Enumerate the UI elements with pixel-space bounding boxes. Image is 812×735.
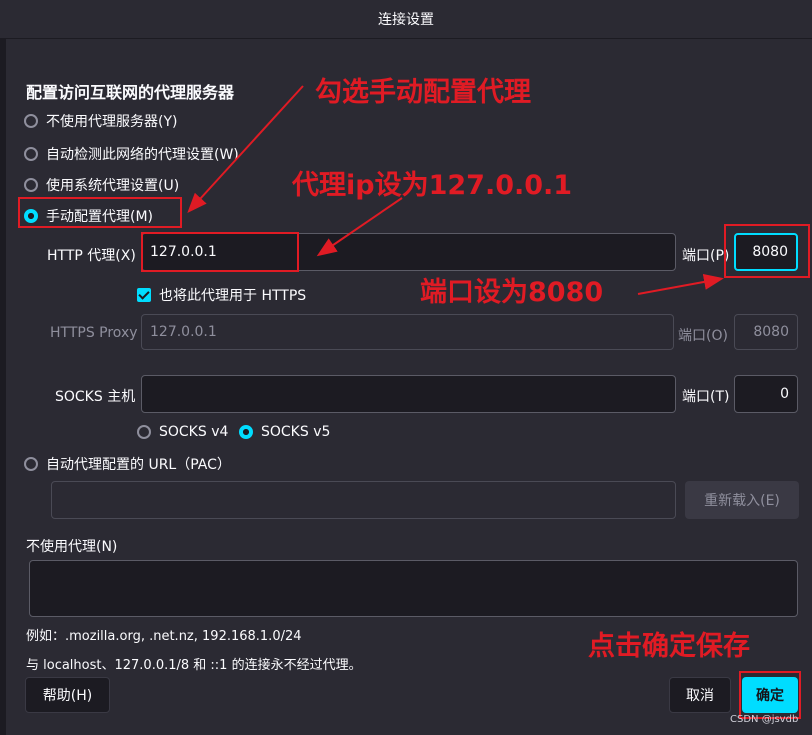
arrow-to-manual	[187, 85, 304, 213]
watermark: CSDN @jsvdb	[730, 714, 799, 725]
arrow-to-ip	[316, 197, 403, 257]
annotation-arrows	[187, 85, 724, 295]
arrow-to-port	[637, 274, 724, 295]
